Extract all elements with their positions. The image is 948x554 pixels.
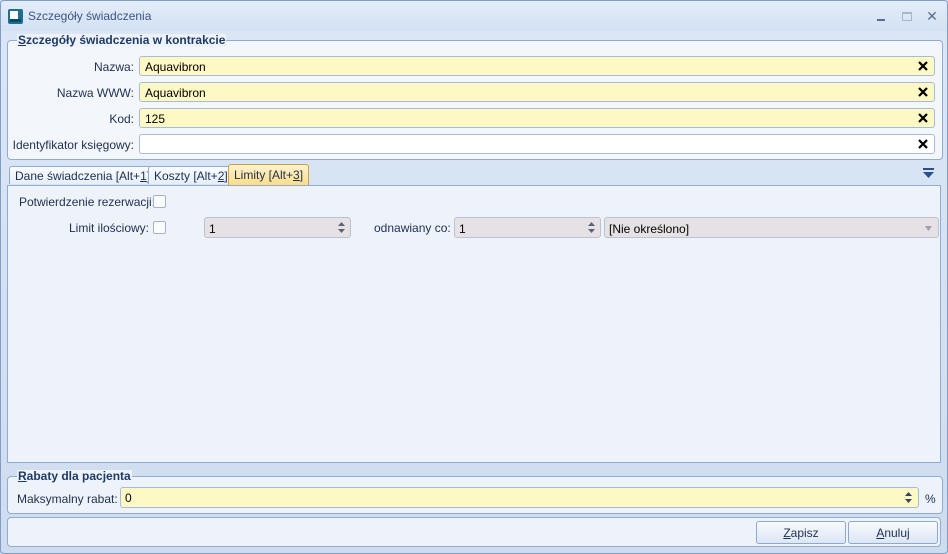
clear-icon[interactable] (916, 137, 930, 151)
contract-title-mnemonic: S (18, 33, 27, 47)
renewed-spinner[interactable]: 1 (454, 217, 601, 238)
tab-limity-suffix: ] (299, 168, 304, 182)
title-bar[interactable]: Szczegóły świadczenia ✕ (1, 1, 947, 31)
field-row-nazwa: Nazwa: Aquavibron (8, 56, 942, 78)
reservation-label: Potwierdzenie rezerwacji: (19, 195, 156, 209)
cancel-label: nuluj (884, 526, 910, 540)
contract-group-title: Szczegóły świadczenia w kontrakcie (17, 33, 227, 47)
nazwa-value: Aquavibron (145, 60, 206, 74)
tab-menu-icon[interactable] (923, 168, 934, 179)
clear-icon[interactable] (916, 111, 930, 125)
quantity-limit-spinner[interactable]: 1 (204, 217, 351, 238)
nazwa-www-input[interactable]: Aquavibron (139, 82, 935, 102)
quantity-limit-checkbox[interactable] (153, 221, 166, 234)
tab-limity-key: 3 (293, 168, 300, 182)
max-discount-spinner[interactable]: 0 (120, 487, 919, 508)
field-row-kod: Kod: 125 (8, 108, 942, 130)
maximize-button[interactable] (897, 7, 917, 25)
field-row-nazwa-www: Nazwa WWW: Aquavibron (8, 82, 942, 104)
tab-strip: Dane świadczenia [Alt+1] Koszty [Alt+2] … (7, 164, 941, 185)
clear-icon[interactable] (916, 85, 930, 99)
nazwa-label: Nazwa: (93, 60, 134, 74)
discount-group-title: Rabaty dla pacjenta (17, 470, 132, 483)
quantity-limit-value: 1 (209, 222, 216, 236)
tab-dane-swiadczenia[interactable]: Dane świadczenia [Alt+1] (9, 166, 157, 184)
max-discount-value: 0 (125, 491, 132, 505)
renewed-value: 1 (459, 222, 466, 236)
spin-arrows-icon[interactable] (905, 491, 912, 504)
nazwa-www-value: Aquavibron (145, 86, 206, 100)
save-button[interactable]: Zapisz (756, 521, 846, 544)
period-value: [Nie określono] (609, 222, 690, 236)
save-mnemonic: Z (783, 526, 791, 540)
percent-unit: % (925, 492, 936, 506)
contract-title-rest: zczegóły świadczenia w kontrakcie (26, 33, 226, 47)
tab-dane-label: Dane świadczenia [Alt+ (15, 169, 141, 183)
button-bar: Zapisz Anuluj (7, 517, 941, 547)
close-button[interactable]: ✕ (922, 7, 942, 25)
period-select[interactable]: [Nie określono] (604, 217, 939, 238)
save-label: apisz (790, 526, 819, 540)
quantity-limit-label: Limit ilościowy: (69, 221, 150, 235)
field-row-identyfikator: Identyfikator księgowy: (8, 134, 942, 156)
discount-group: Rabaty dla pacjenta Maksymalny rabat: 0 … (7, 470, 943, 514)
cancel-button[interactable]: Anuluj (848, 521, 938, 544)
kod-value: 125 (145, 112, 166, 126)
minimize-button[interactable] (872, 7, 892, 25)
spin-arrows-icon[interactable] (338, 221, 345, 234)
kod-input[interactable]: 125 (139, 108, 935, 128)
maximize-icon (902, 12, 912, 21)
nazwa-input[interactable]: Aquavibron (139, 56, 935, 76)
identyfikator-label: Identyfikator księgowy: (12, 138, 134, 152)
app-icon (8, 9, 23, 24)
clear-icon[interactable] (916, 59, 930, 73)
tab-limity[interactable]: Limity [Alt+3] (228, 164, 310, 185)
kod-label: Kod: (109, 112, 134, 126)
contract-details-group: Szczegóły świadczenia w kontrakcie Nazwa… (7, 34, 943, 160)
reservation-checkbox[interactable] (153, 195, 166, 208)
nazwa-www-label: Nazwa WWW: (56, 86, 134, 100)
limits-panel: Potwierdzenie rezerwacji: Limit ilościow… (7, 185, 941, 463)
tab-dane-key: 1 (140, 169, 147, 183)
identyfikator-input[interactable] (139, 134, 935, 154)
window-title: Szczegóły świadczenia (28, 9, 152, 23)
discount-title-mnemonic: R (18, 469, 27, 483)
tab-limity-label: Limity [Alt+ (234, 168, 294, 182)
tab-koszty[interactable]: Koszty [Alt+2] (148, 166, 234, 184)
spin-arrows-icon[interactable] (588, 221, 595, 234)
minimize-icon (877, 19, 885, 21)
discount-title-rest: abaty dla pacjenta (26, 469, 131, 483)
max-discount-label: Maksymalny rabat: (17, 492, 118, 506)
renewed-label: odnawiany co: (374, 221, 451, 235)
chevron-down-icon[interactable] (925, 226, 932, 231)
tab-koszty-label: Koszty [Alt+ (154, 169, 218, 183)
dialog-window: Szczegóły świadczenia ✕ Szczegóły świadc… (0, 0, 948, 554)
